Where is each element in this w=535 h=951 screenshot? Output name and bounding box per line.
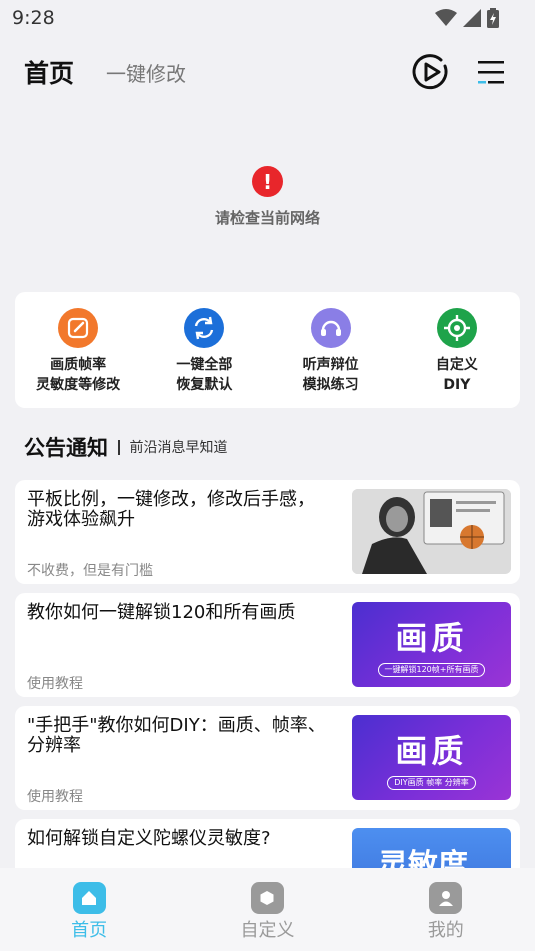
article-title: 如何解锁自定义陀螺仪灵敏度?: [27, 828, 271, 849]
tab-label: 自定义: [240, 920, 295, 941]
play-button[interactable]: [411, 52, 451, 92]
article-card[interactable]: 平板比例，一键修改，修改后手感，游戏体验飙升 不收费，但是有门槛: [15, 480, 520, 584]
wifi-icon: [435, 9, 457, 26]
divider: [118, 439, 120, 455]
bottom-tab-bar: 首页 自定义 我的: [0, 868, 535, 951]
user-icon: [429, 882, 463, 914]
quick-action-label: 一键全部 恢复默认: [176, 357, 233, 393]
notice-subtitle: 前沿消息早知道: [129, 440, 228, 456]
tab-profile[interactable]: 我的: [357, 868, 535, 951]
quick-action-reset[interactable]: 一键全部 恢复默认: [144, 308, 264, 395]
tab-home[interactable]: 首页: [0, 868, 178, 951]
article-tag: 使用教程: [27, 676, 83, 692]
article-title: 平板比例，一键修改，修改后手感，游戏体验飙升: [27, 489, 315, 530]
tab-label: 我的: [427, 920, 464, 941]
home-icon: [72, 882, 106, 914]
target-icon: [436, 308, 477, 348]
article-thumbnail: [352, 489, 511, 574]
app-header: 首页 一键修改: [0, 44, 535, 100]
play-circle-icon: [412, 54, 448, 90]
thumbnail-heading: 画质: [395, 731, 468, 770]
tab-one-click-modify[interactable]: 一键修改: [106, 58, 186, 87]
menu-button[interactable]: [471, 52, 511, 92]
network-error: ! 请检查当前网络: [0, 166, 535, 228]
refresh-icon: [184, 308, 225, 348]
thumbnail-caption: DIY画质 帧率 分辨率: [387, 775, 476, 790]
quick-action-label: 画质帧率 灵敏度等修改: [36, 357, 121, 393]
tab-label: 首页: [71, 920, 108, 941]
article-tag: 不收费，但是有门槛: [27, 563, 153, 579]
article-tag: 使用教程: [27, 789, 83, 805]
status-time: 9:28: [12, 7, 55, 29]
tab-custom[interactable]: 自定义: [178, 868, 356, 951]
article-card[interactable]: "手把手"教你如何DIY：画质、帧率、分辨率 使用教程 画质 DIY画质 帧率 …: [15, 706, 520, 810]
notice-header: 公告通知 前沿消息早知道: [24, 432, 228, 462]
article-card[interactable]: 教你如何一键解锁120和所有画质 使用教程 画质 一键解锁120帧+所有画质: [15, 593, 520, 697]
error-icon: !: [252, 166, 283, 197]
status-bar: 9:28: [0, 0, 535, 36]
notice-title: 公告通知: [24, 436, 108, 460]
header-actions: [411, 52, 511, 92]
quick-action-label: 自定义 DIY: [435, 357, 478, 393]
article-title: 教你如何一键解锁120和所有画质: [27, 602, 296, 623]
article-thumbnail: 画质 DIY画质 帧率 分辨率: [352, 715, 511, 800]
quick-actions-card: 画质帧率 灵敏度等修改 一键全部 恢复默认 听声辩位 模拟练习 自定义 DIY: [15, 292, 520, 408]
page-title: 首页: [24, 59, 75, 88]
status-icons: [435, 8, 499, 28]
headset-icon: [310, 308, 351, 348]
battery-icon: [487, 8, 499, 28]
thumbnail-heading: 画质: [395, 618, 468, 657]
menu-icon: [478, 61, 504, 84]
article-thumbnail: 画质 一键解锁120帧+所有画质: [352, 602, 511, 687]
quick-action-diy[interactable]: 自定义 DIY: [397, 308, 517, 395]
network-error-message: 请检查当前网络: [214, 209, 320, 227]
photo-illustration: [352, 489, 511, 574]
signal-icon: [463, 9, 481, 27]
custom-icon: [250, 882, 284, 914]
quick-action-label: 听声辩位 模拟练习: [302, 357, 359, 393]
thumbnail-caption: 一键解锁120帧+所有画质: [377, 662, 486, 677]
edit-icon: [58, 308, 99, 348]
article-title: "手把手"教你如何DIY：画质、帧率、分辨率: [27, 715, 326, 756]
quick-action-quality[interactable]: 画质帧率 灵敏度等修改: [18, 308, 138, 395]
quick-action-sound[interactable]: 听声辩位 模拟练习: [271, 308, 391, 395]
